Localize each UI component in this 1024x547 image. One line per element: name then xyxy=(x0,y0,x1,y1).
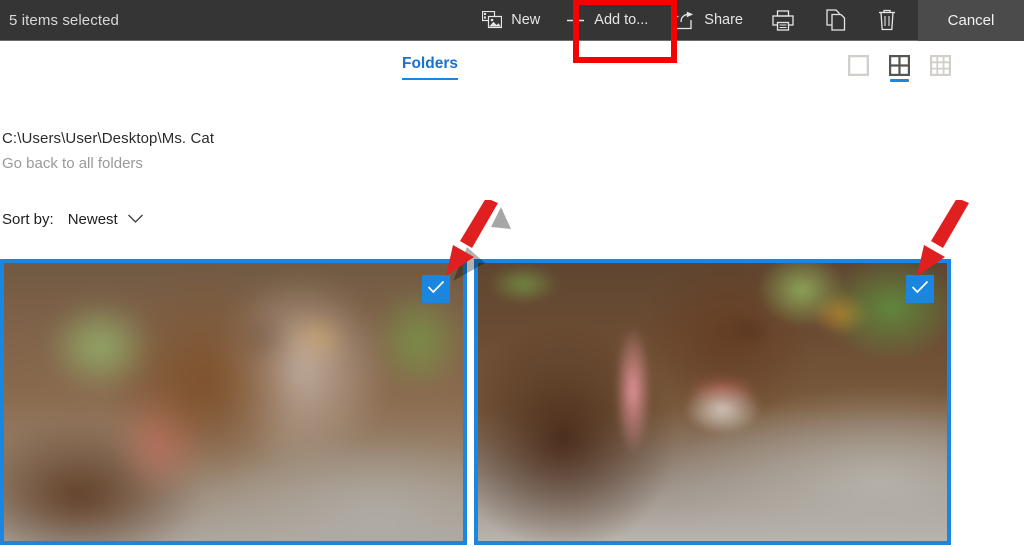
square-icon xyxy=(847,54,870,81)
grid-2x2-icon xyxy=(888,54,911,81)
copy-button[interactable] xyxy=(810,0,862,41)
trash-icon xyxy=(878,9,896,31)
share-icon xyxy=(674,11,695,30)
checkmark-icon xyxy=(911,280,929,299)
add-to-button[interactable]: Add to... xyxy=(553,0,661,41)
breadcrumb: C:\Users\User\Desktop\Ms. Cat xyxy=(2,130,215,147)
single-large-view-button[interactable] xyxy=(847,54,870,83)
print-icon xyxy=(772,9,794,31)
tab-folders-label: Folders xyxy=(402,55,458,72)
command-bar: 5 items selected New Add to... Share Can… xyxy=(0,0,1024,41)
view-mode-group xyxy=(847,54,952,83)
new-button-label: New xyxy=(511,12,541,28)
small-grid-view-button[interactable] xyxy=(929,54,952,83)
new-button[interactable]: New xyxy=(469,0,553,41)
copy-icon xyxy=(826,9,846,31)
cancel-button[interactable]: Cancel xyxy=(918,0,1024,41)
medium-grid-view-button[interactable] xyxy=(888,54,911,83)
sort-label: Sort by: xyxy=(2,211,54,228)
photos-app-window: 5 items selected New Add to... Share Can… xyxy=(0,0,1024,547)
tab-folders[interactable]: Folders xyxy=(402,55,458,80)
photo-image-2 xyxy=(478,263,947,541)
cancel-button-label: Cancel xyxy=(947,11,995,29)
photo-image-1 xyxy=(4,263,463,541)
selection-checkbox-1[interactable] xyxy=(422,275,450,303)
print-button[interactable] xyxy=(756,0,810,41)
new-photo-icon xyxy=(482,10,503,30)
photo-thumbnail-2[interactable] xyxy=(474,259,951,545)
view-mode-selected-indicator xyxy=(890,79,909,82)
photo-thumbnail-1[interactable] xyxy=(0,259,467,545)
grid-3x3-icon xyxy=(929,54,952,81)
photo-grid xyxy=(0,259,1024,547)
add-to-button-label: Add to... xyxy=(594,12,649,28)
sort-control[interactable]: Sort by: Newest xyxy=(2,211,144,228)
share-button-label: Share xyxy=(704,12,743,28)
go-back-link[interactable]: Go back to all folders xyxy=(2,155,143,172)
plus-icon xyxy=(566,11,585,30)
chevron-down-icon xyxy=(127,211,144,228)
selection-checkbox-2[interactable] xyxy=(906,275,934,303)
share-button[interactable]: Share xyxy=(661,0,756,41)
sort-value: Newest xyxy=(67,211,118,228)
checkmark-icon xyxy=(427,280,445,299)
tab-row: Folders xyxy=(0,41,1024,89)
selection-status: 5 items selected xyxy=(9,11,119,29)
delete-button[interactable] xyxy=(862,0,912,41)
